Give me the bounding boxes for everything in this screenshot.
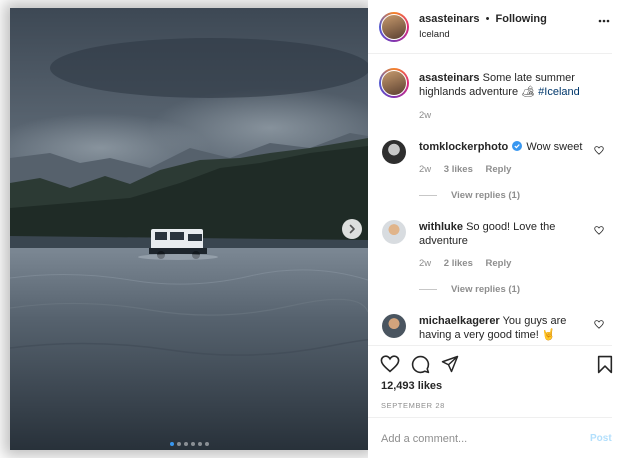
comment-likes[interactable]: 3 likes [444, 164, 473, 175]
replies-divider [419, 289, 437, 290]
reply-button[interactable]: Reply [486, 164, 512, 175]
comment-username[interactable]: withluke [419, 221, 463, 233]
header-user-line: asasteinars • Following [419, 13, 547, 25]
comment-meta: 2w 3 likes Reply [419, 164, 521, 175]
post-actions: 12,493 likes SEPTEMBER 28 [368, 345, 613, 417]
carousel-dot [197, 442, 202, 446]
carousel-indicator [10, 442, 368, 446]
post-header: asasteinars • Following Iceland [368, 0, 612, 54]
comment-username[interactable]: tomklockerphoto [419, 141, 508, 153]
reply-button[interactable]: Reply [486, 258, 512, 269]
comments-list[interactable]: asasteinars Some late summer highlands a… [368, 55, 612, 345]
carousel-dot [204, 442, 209, 446]
bookmark-icon[interactable] [597, 355, 613, 374]
avatar[interactable] [382, 140, 406, 164]
likes-count[interactable]: 12,493 likes [381, 380, 442, 392]
comment-body: Wow sweet [526, 141, 583, 153]
comment-age: 2w [419, 164, 432, 175]
post-comment-button[interactable]: Post [590, 433, 612, 444]
comment-username[interactable]: michaelkagerer [419, 315, 500, 327]
view-replies-label: View replies (1) [451, 284, 520, 295]
post-date: SEPTEMBER 28 [381, 401, 445, 410]
view-replies-button[interactable]: View replies (1) [419, 190, 520, 201]
avatar[interactable] [382, 220, 406, 244]
location-link[interactable]: Iceland [419, 29, 450, 40]
verified-badge-icon [512, 141, 523, 151]
photo-landscape [10, 8, 368, 450]
heart-icon[interactable] [594, 320, 604, 329]
next-slide-button[interactable] [342, 219, 362, 239]
comment-age: 2w [419, 258, 432, 269]
carousel-dot [169, 442, 174, 446]
avatar[interactable] [379, 12, 409, 42]
add-comment-bar: Post [368, 417, 612, 458]
post-photo[interactable] [10, 8, 368, 450]
hashtag-link[interactable]: #Iceland [538, 86, 580, 98]
more-options-icon[interactable] [598, 19, 610, 23]
carousel-dot [176, 442, 181, 446]
view-replies-label: View replies (1) [451, 190, 520, 201]
chevron-right-icon [349, 224, 355, 234]
heart-icon[interactable] [594, 226, 604, 235]
follow-status-button[interactable]: Following [496, 13, 547, 25]
caption-username[interactable]: asasteinars [419, 72, 480, 84]
comment-meta: 2w 2 likes Reply [419, 258, 521, 269]
share-icon[interactable] [441, 355, 459, 373]
separator-dot: • [485, 13, 490, 25]
header-username[interactable]: asasteinars [419, 13, 480, 25]
carousel-dot [190, 442, 195, 446]
view-replies-button[interactable]: View replies (1) [419, 284, 520, 295]
caption-text: asasteinars Some late summer highlands a… [419, 71, 589, 99]
carousel-dot [183, 442, 188, 446]
comment-icon[interactable] [411, 355, 430, 374]
comment-text: tomklockerphoto Wow sweet [419, 140, 589, 154]
post-side-panel: asasteinars • Following Iceland asastein… [368, 0, 625, 458]
comment-likes[interactable]: 2 likes [444, 258, 473, 269]
comment-text: withluke So good! Love the adventure [419, 220, 589, 248]
caption-age: 2w [419, 110, 432, 121]
comment-input[interactable] [381, 430, 571, 448]
replies-divider [419, 195, 437, 196]
avatar[interactable] [379, 68, 409, 98]
avatar[interactable] [382, 314, 406, 338]
comment-text: michaelkagerer You guys are having a ver… [419, 314, 589, 342]
heart-icon[interactable] [594, 146, 604, 155]
heart-icon[interactable] [380, 355, 400, 373]
